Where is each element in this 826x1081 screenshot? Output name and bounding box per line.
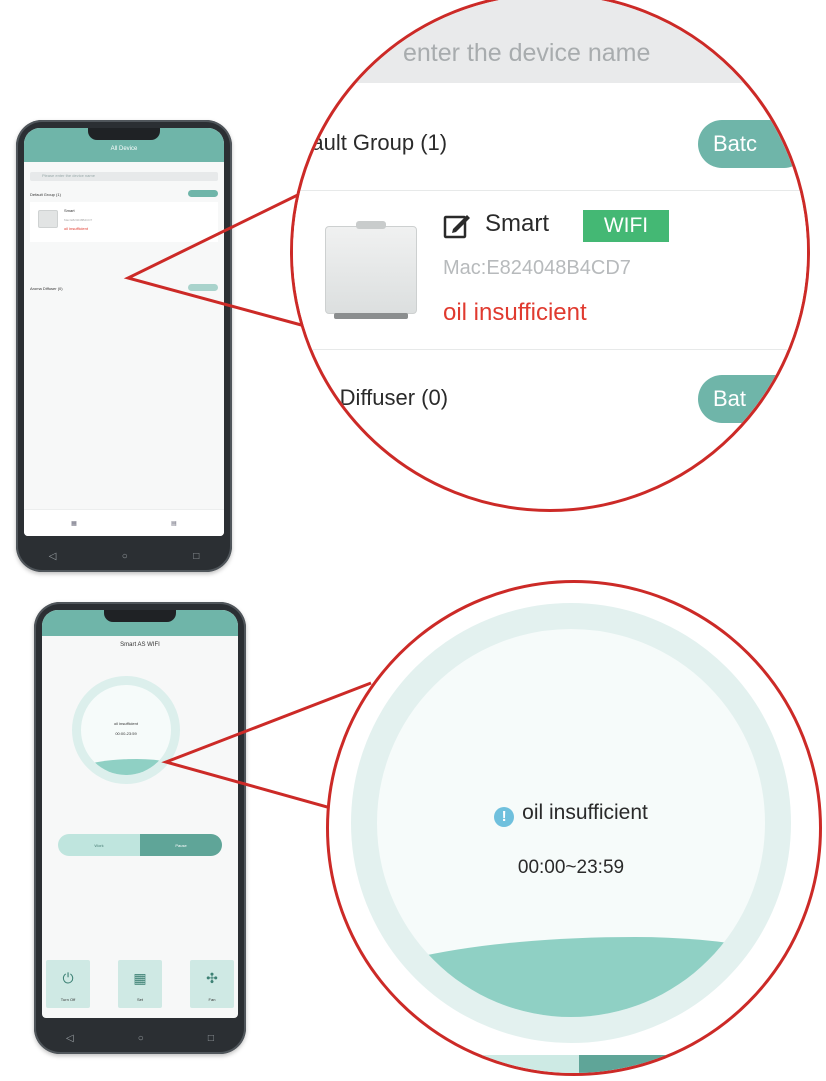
status-text: oil insufficient — [522, 801, 648, 824]
search-input-zoomed[interactable]: enter the device name — [293, 0, 807, 83]
device-card[interactable]: Smart WIFI Mac:E824048B4CD7 oil insuffic… — [293, 190, 807, 350]
zoom-circle-device-status: ! oil insufficient 00:00~23:59 — [326, 580, 822, 1076]
device-status: oil insufficient — [443, 299, 587, 326]
diffuser-image — [325, 221, 417, 319]
wifi-badge: WIFI — [583, 210, 669, 242]
diffuser-top — [356, 221, 386, 229]
phone-notch — [104, 610, 176, 622]
mode-pause-edge[interactable] — [579, 1055, 679, 1073]
info-icon: ! — [494, 807, 515, 827]
status-line: ! oil insufficient — [377, 801, 765, 827]
time-range: 00:00~23:59 — [517, 857, 625, 878]
diffuser-base — [334, 313, 408, 319]
device-name: Smart — [485, 210, 550, 237]
device-mac: Mac:E824048B4CD7 — [443, 257, 631, 279]
phone-notch — [88, 128, 160, 140]
mode-switch-edge — [479, 1055, 679, 1073]
mode-work-edge[interactable] — [479, 1055, 579, 1073]
batch-control-button[interactable]: Batc — [698, 120, 807, 168]
group-header-aroma[interactable]: ma Diffuser (0) — [303, 385, 448, 411]
search-placeholder: enter the device name — [403, 39, 651, 67]
status-ring: ! oil insufficient 00:00~23:59 — [351, 603, 791, 1043]
batch-control-button-2[interactable]: Bat — [698, 375, 807, 423]
callout-line-1 — [123, 186, 313, 328]
zoom-circle-device-list: enter the device name efault Group (1) B… — [290, 0, 810, 512]
edit-icon[interactable] — [443, 211, 471, 239]
group-header-default[interactable]: efault Group (1) — [293, 130, 447, 156]
